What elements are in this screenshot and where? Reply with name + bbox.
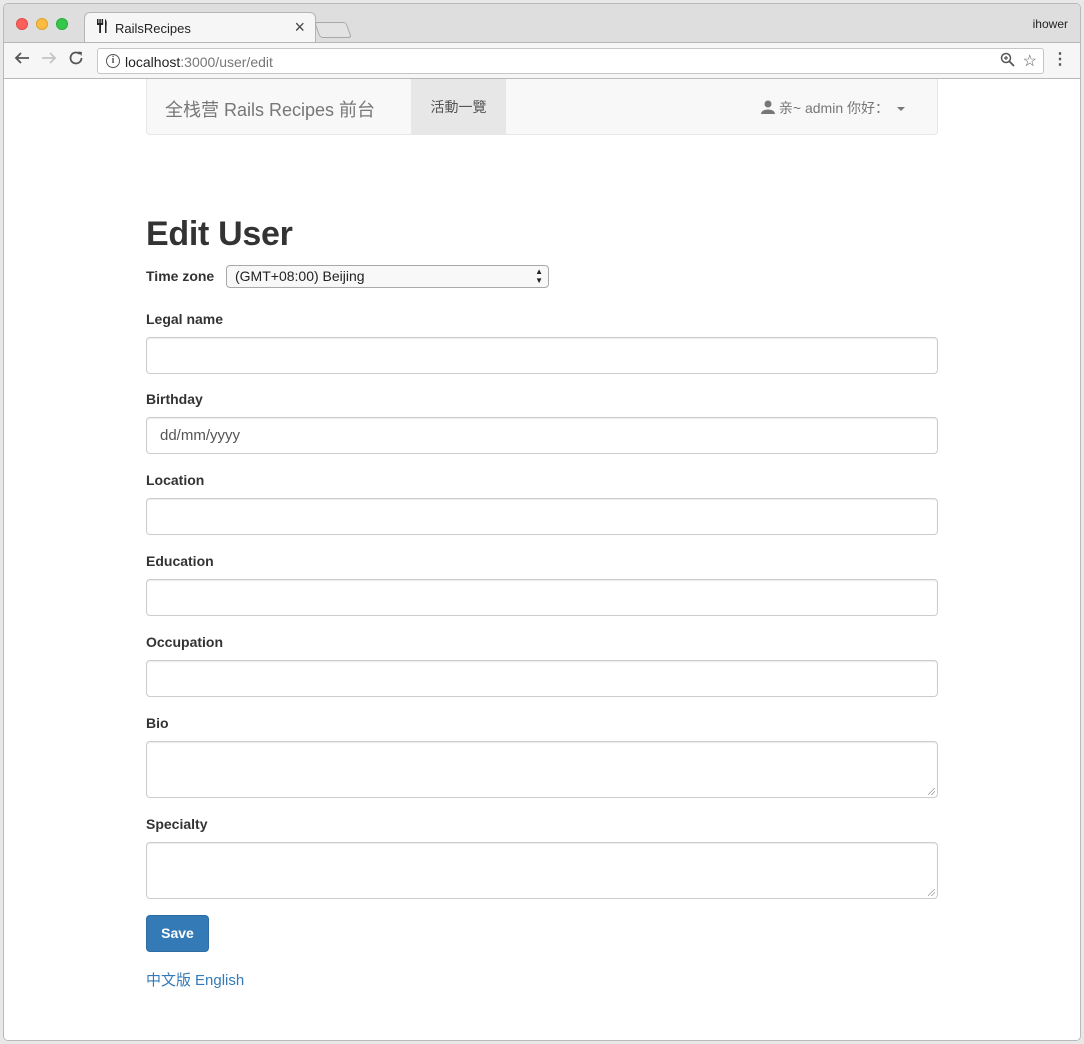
browser-toolbar: i localhost:3000/user/edit ☆ ⋮: [4, 42, 1080, 79]
zoom-icon[interactable]: [1000, 52, 1015, 71]
save-button[interactable]: Save: [146, 915, 209, 952]
select-arrows-icon: ▲ ▼: [535, 267, 543, 285]
birthday-input[interactable]: dd/mm/yyyy: [146, 417, 938, 454]
occupation-input[interactable]: [146, 660, 938, 697]
browser-tab[interactable]: RailsRecipes ×: [84, 12, 316, 42]
site-navbar: 全栈营 Rails Recipes 前台 活動一覽 亲~ admin 你好：: [146, 79, 938, 135]
specialty-textarea[interactable]: [146, 842, 938, 899]
timezone-label: Time zone: [146, 268, 215, 284]
resize-grip-icon[interactable]: [928, 788, 935, 795]
occupation-label: Occupation: [146, 634, 224, 650]
nav-item-events[interactable]: 活動一覽: [411, 79, 506, 134]
bio-label: Bio: [146, 715, 169, 731]
new-tab-button[interactable]: [314, 22, 352, 38]
lang-link-english[interactable]: English: [195, 972, 244, 989]
timezone-select[interactable]: (GMT+08:00) Beijing ▲ ▼: [226, 265, 549, 288]
reload-icon[interactable]: [68, 49, 84, 71]
legal-name-label: Legal name: [146, 311, 224, 327]
close-window-button[interactable]: [16, 18, 28, 30]
user-icon: [760, 100, 775, 114]
maximize-window-button[interactable]: [56, 18, 68, 30]
birthday-label: Birthday: [146, 391, 203, 407]
menu-icon[interactable]: ⋮: [1052, 50, 1068, 70]
site-brand[interactable]: 全栈营 Rails Recipes 前台: [165, 96, 375, 122]
bio-textarea[interactable]: [146, 741, 938, 798]
page-title: Edit User: [146, 215, 293, 253]
star-icon[interactable]: ☆: [1023, 51, 1037, 71]
timezone-value: (GMT+08:00) Beijing: [235, 268, 365, 284]
user-menu-dropdown[interactable]: 亲~ admin 你好：: [760, 98, 905, 118]
legal-name-input[interactable]: [146, 337, 938, 374]
resize-grip-icon[interactable]: [928, 889, 935, 896]
tab-strip: RailsRecipes × ihower: [4, 4, 1080, 42]
education-label: Education: [146, 553, 214, 569]
browser-window: RailsRecipes × ihower i localhost:3000/u…: [3, 3, 1081, 1041]
lang-link-chinese[interactable]: 中文版: [146, 972, 191, 989]
profile-name[interactable]: ihower: [1033, 17, 1068, 31]
url-text[interactable]: localhost:3000/user/edit: [125, 54, 273, 70]
user-greeting: 亲~ admin 你好：: [778, 100, 889, 116]
specialty-label: Specialty: [146, 816, 208, 832]
back-arrow-icon[interactable]: [14, 49, 30, 71]
info-icon[interactable]: i: [106, 54, 120, 68]
address-bar[interactable]: i localhost:3000/user/edit ☆: [97, 48, 1044, 74]
page-content: 全栈营 Rails Recipes 前台 活動一覽 亲~ admin 你好： E…: [4, 79, 1080, 1040]
language-links: 中文版 English: [146, 969, 248, 990]
location-label: Location: [146, 472, 205, 488]
minimize-window-button[interactable]: [36, 18, 48, 30]
fork-knife-icon: [96, 19, 108, 36]
tab-close-icon[interactable]: ×: [294, 17, 305, 37]
location-input[interactable]: [146, 498, 938, 535]
tab-title: RailsRecipes: [115, 21, 191, 36]
education-input[interactable]: [146, 579, 938, 616]
caret-down-icon: [897, 107, 905, 112]
forward-arrow-icon[interactable]: [41, 49, 57, 71]
